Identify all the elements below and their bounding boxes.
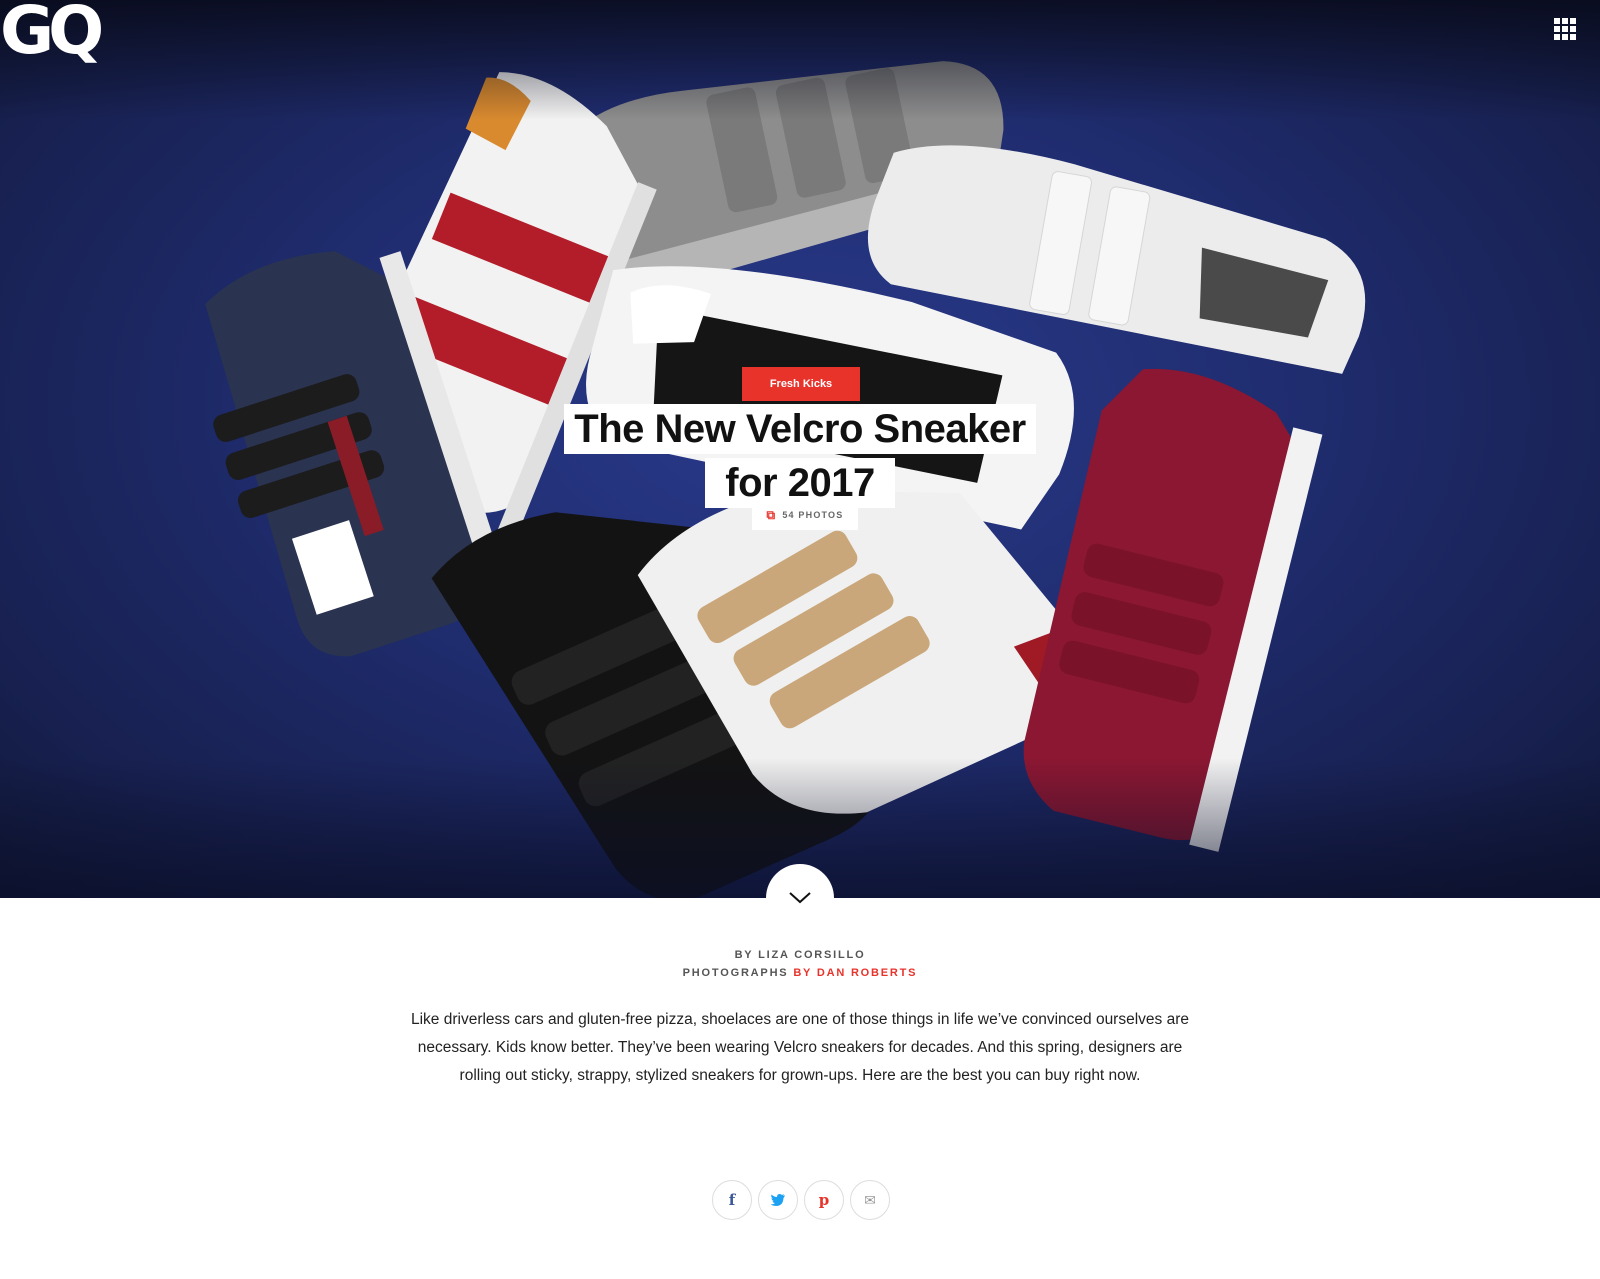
facebook-share-button[interactable]: f (712, 1180, 752, 1220)
author-prefix: BY (734, 949, 754, 961)
email-share-button[interactable]: ✉ (850, 1180, 890, 1220)
photographs-label: PHOTOGRAPHS (682, 967, 789, 979)
gq-logo[interactable]: GQ (0, 0, 115, 64)
photo-count-button[interactable]: ⧉ 54 PHOTOS (752, 500, 858, 530)
scroll-down-button[interactable] (766, 864, 834, 932)
twitter-icon (770, 1194, 785, 1206)
facebook-icon: f (728, 1191, 736, 1209)
author-name[interactable]: LIZA CORSILLO (758, 949, 865, 961)
grid-menu-icon[interactable] (1554, 18, 1576, 40)
pinterest-share-button[interactable]: p (804, 1180, 844, 1220)
twitter-share-button[interactable] (758, 1180, 798, 1220)
article-dek: Like driverless cars and gluten-free piz… (410, 1011, 1189, 1084)
gallery-icon: ⧉ (766, 508, 777, 522)
hero-image: GQ Fresh Kicks The New Velcro Sneaker fo… (0, 0, 1600, 898)
photographer-name[interactable]: BY DAN ROBERTS (793, 967, 917, 979)
email-icon: ✉ (864, 1191, 876, 1208)
pinterest-icon: p (818, 1191, 830, 1209)
chevron-down-icon (789, 892, 811, 904)
photo-count-label: 54 PHOTOS (782, 510, 844, 520)
share-bar: f p ✉ (712, 1180, 890, 1220)
author-line: BY LIZA CORSILLO (0, 946, 1600, 964)
hero-top-shade (0, 0, 1600, 120)
headline: The New Velcro Sneaker for 2017 (0, 404, 1600, 508)
category-kicker[interactable]: Fresh Kicks (742, 367, 860, 401)
photographer-line: PHOTOGRAPHS BY DAN ROBERTS (0, 964, 1600, 982)
byline: BY LIZA CORSILLO PHOTOGRAPHS BY DAN ROBE… (0, 946, 1600, 982)
headline-line-1: The New Velcro Sneaker (564, 404, 1036, 454)
